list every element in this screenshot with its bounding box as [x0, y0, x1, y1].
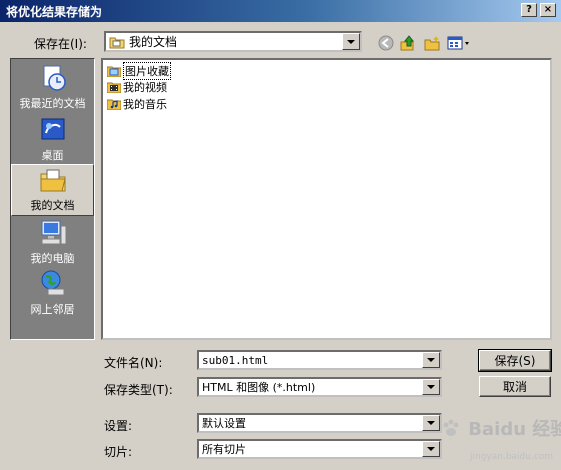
list-item[interactable]: 图片收藏	[107, 62, 171, 80]
settings-value: 默认设置	[202, 417, 246, 430]
slices-value: 所有切片	[202, 443, 246, 456]
new-folder-button[interactable]	[423, 34, 441, 52]
chevron-down-icon	[427, 358, 435, 362]
chevron-down-icon	[427, 421, 435, 425]
file-name: 我的音乐	[123, 98, 167, 111]
up-folder-button[interactable]	[399, 34, 417, 52]
back-button[interactable]	[377, 34, 395, 52]
view-menu-button[interactable]	[446, 34, 472, 52]
desktop-icon	[41, 118, 64, 140]
list-item[interactable]: 我的音乐	[107, 96, 167, 112]
type-label: 保存类型(T):	[104, 383, 173, 397]
settings-dropdown[interactable]: 默认设置	[197, 413, 442, 433]
file-name: 图片收藏	[123, 62, 171, 80]
paw-logo-icon	[443, 419, 459, 436]
help-button[interactable]: ?	[521, 3, 537, 17]
filename-label: 文件名(N):	[104, 356, 163, 370]
settings-dropdown-arrow[interactable]	[422, 415, 440, 431]
file-list[interactable]: 图片收藏 我的视频 我的音乐	[101, 58, 552, 340]
my-computer-icon	[41, 220, 66, 245]
place-my-documents[interactable]: 我的文档	[11, 164, 94, 216]
place-label: 桌面	[41, 149, 64, 162]
places-bar: 我最近的文档 桌面 我的文档 我的电脑 网上邻居	[10, 58, 95, 340]
cancel-button[interactable]: 取消	[479, 376, 551, 397]
folder-videos-icon	[107, 82, 121, 93]
place-label: 网上邻居	[30, 303, 75, 316]
back-icon	[378, 35, 394, 51]
chevron-down-icon	[347, 39, 355, 44]
recent-documents-icon	[43, 65, 66, 91]
save-in-dropdown-arrow[interactable]	[342, 33, 360, 50]
place-label: 我的文档	[30, 199, 75, 212]
chevron-down-icon	[427, 447, 435, 451]
type-dropdown-arrow[interactable]	[422, 379, 440, 395]
close-button[interactable]: ×	[540, 3, 556, 17]
filename-field[interactable]: sub01.html	[197, 350, 442, 370]
watermark: Baidu 经验	[442, 415, 561, 441]
place-label: 我的电脑	[30, 252, 75, 265]
place-recent-documents[interactable]: 我最近的文档	[11, 61, 94, 113]
filename-value: sub01.html	[202, 353, 269, 367]
window-title: 将优化结果存储为	[6, 5, 103, 19]
watermark-text: Baidu 经验	[468, 419, 561, 440]
slices-dropdown-arrow[interactable]	[422, 441, 440, 457]
network-places-icon	[41, 270, 64, 296]
folder-music-icon	[107, 99, 121, 110]
place-label: 我最近的文档	[19, 97, 86, 110]
chevron-down-icon	[427, 385, 435, 389]
type-dropdown[interactable]: HTML 和图像 (*.html)	[197, 377, 442, 397]
file-name: 我的视频	[123, 81, 167, 94]
slices-dropdown[interactable]: 所有切片	[197, 439, 442, 459]
filename-dropdown-arrow[interactable]	[422, 352, 440, 368]
place-desktop[interactable]: 桌面	[11, 113, 94, 165]
place-network[interactable]: 网上邻居	[11, 267, 94, 319]
view-menu-icon	[447, 36, 469, 50]
save-button[interactable]: 保存(S)	[478, 349, 552, 372]
folder-pictures-icon	[107, 66, 121, 77]
new-folder-icon	[424, 36, 440, 51]
slices-label: 切片:	[104, 445, 133, 459]
save-in-value: 我的文档	[129, 35, 178, 49]
my-documents-icon	[40, 169, 66, 192]
list-item[interactable]: 我的视频	[107, 79, 167, 95]
up-folder-icon	[400, 35, 415, 51]
save-in-label: 保存在(I):	[34, 37, 87, 51]
my-documents-small-icon	[109, 37, 125, 48]
watermark-url: jingyan.baidu.com	[470, 452, 554, 462]
place-my-computer[interactable]: 我的电脑	[11, 216, 94, 268]
save-in-dropdown[interactable]: 我的文档	[104, 31, 362, 52]
settings-label: 设置:	[104, 419, 133, 433]
title-bar[interactable]: 将优化结果存储为 ? ×	[0, 0, 561, 22]
type-value: HTML 和图像 (*.html)	[202, 381, 316, 394]
